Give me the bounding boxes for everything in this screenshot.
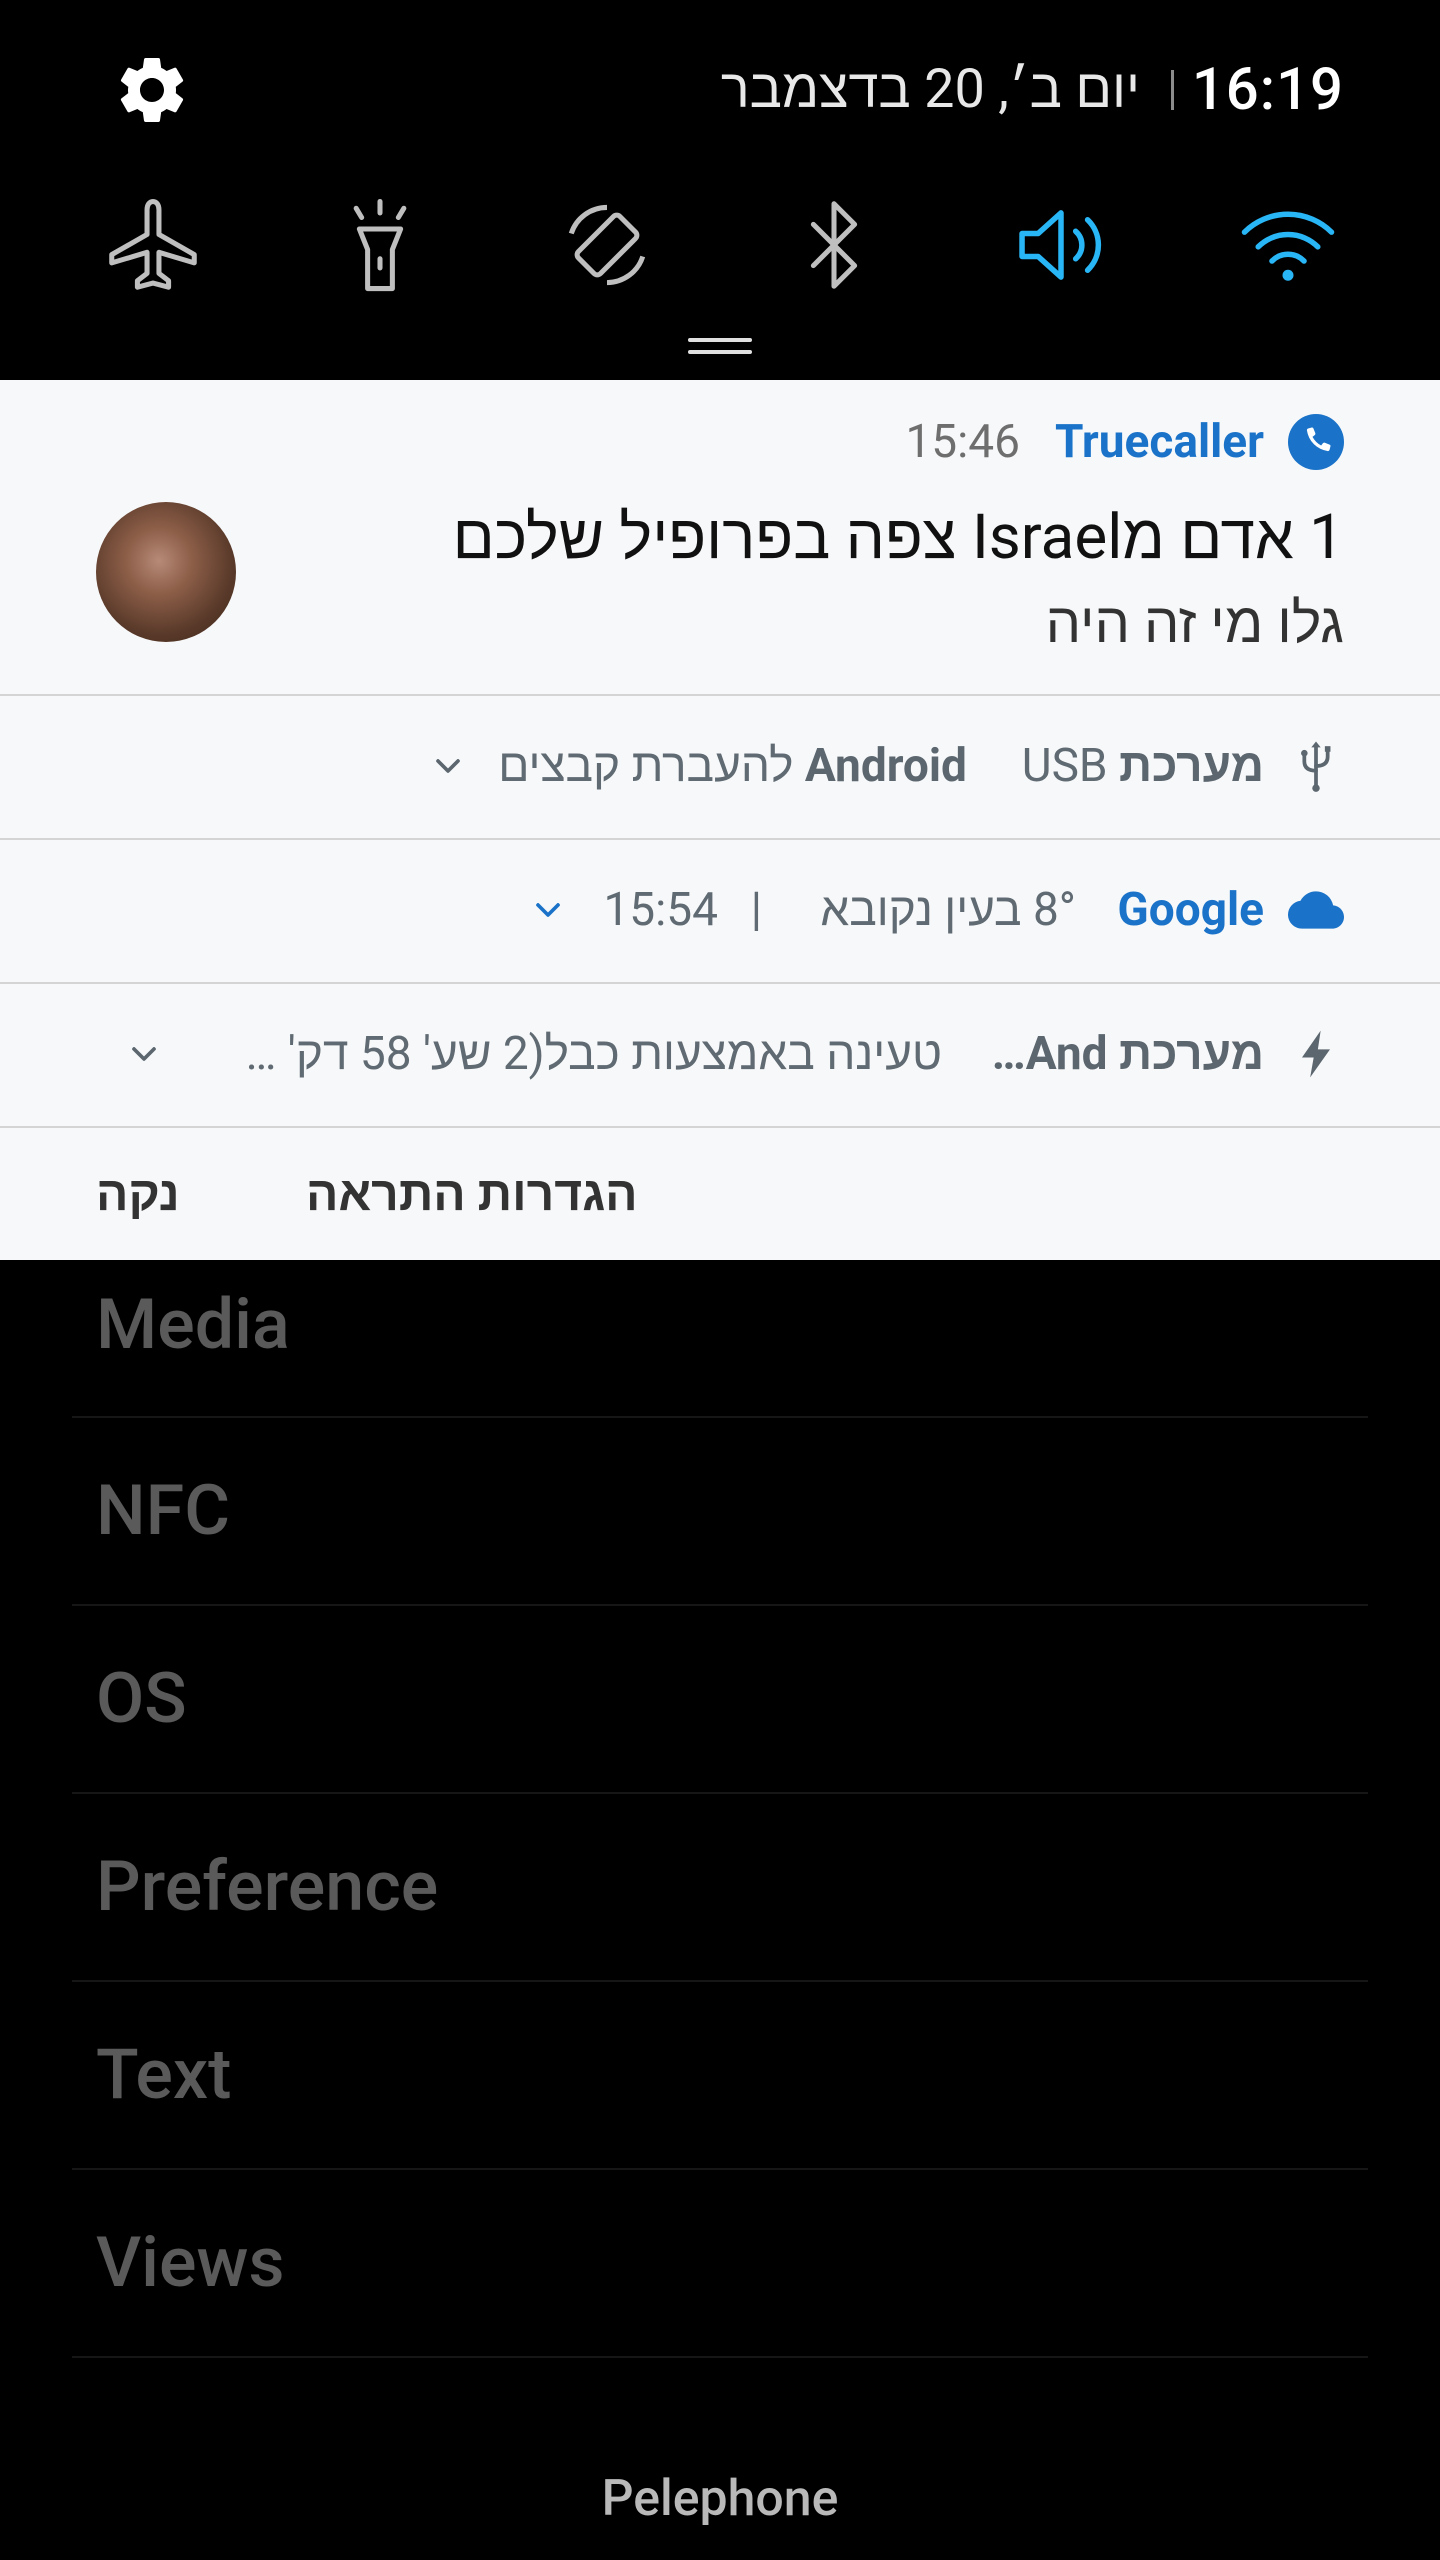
notification-google[interactable]: Google 8° בעין נקובא | 15:54	[0, 838, 1440, 984]
clock[interactable]: 16:19	[1192, 50, 1344, 130]
app-name: מערכת And…	[991, 1027, 1264, 1081]
list-item-label: OS	[96, 1658, 187, 1740]
airplane-icon[interactable]	[98, 190, 208, 300]
list-item-label: Media	[96, 1284, 290, 1366]
quick-settings-header: יום ב׳, 20 בדצמבר 16:19	[0, 0, 1440, 380]
phone-icon	[1288, 414, 1344, 470]
list-item-label: Preference	[96, 1846, 439, 1928]
notification-text: גלו מי זה היה	[1045, 590, 1344, 656]
list-item[interactable]: Views	[72, 2168, 1368, 2358]
notification-settings-button[interactable]: הגדרות התראה	[306, 1162, 638, 1226]
date-label: יום ב׳, 20 בדצמבר	[720, 58, 1140, 121]
drag-handle-line	[688, 350, 752, 354]
app-name: Google	[1117, 883, 1264, 937]
chevron-down-icon[interactable]	[428, 746, 468, 786]
notification-truecaller[interactable]: Truecaller 15:46 1 אדם מIsrael צפה בפרופ…	[0, 380, 1440, 696]
notification-panel: Truecaller 15:46 1 אדם מIsrael צפה בפרופ…	[0, 380, 1440, 1260]
list-item-label: Views	[96, 2222, 285, 2304]
notification-text: 8° בעין נקובא	[820, 883, 1076, 937]
wifi-icon[interactable]	[1233, 190, 1343, 300]
drag-handle[interactable]	[688, 338, 752, 342]
gear-icon[interactable]	[112, 50, 192, 130]
bluetooth-icon[interactable]	[779, 190, 889, 300]
list-item-label: NFC	[96, 1470, 230, 1552]
chevron-down-icon[interactable]	[124, 1034, 164, 1074]
notification-usb[interactable]: מערכת Android USB להעברת קבצים	[0, 694, 1440, 840]
clear-button[interactable]: נקה	[96, 1162, 180, 1226]
chevron-down-icon[interactable]	[528, 890, 568, 930]
flashlight-icon[interactable]	[325, 190, 435, 300]
notification-title: 1 אדם מIsrael צפה בפרופיל שלכם	[452, 501, 1344, 574]
notification-text: USB להעברת קבצים	[498, 739, 1108, 793]
divider	[1171, 70, 1174, 110]
notification-footer: נקה הגדרות התראה	[0, 1126, 1440, 1260]
notification-time: 15:54	[603, 883, 718, 937]
list-item[interactable]: NFC	[72, 1416, 1368, 1606]
carrier-label: Pelephone	[601, 2470, 839, 2528]
notification-time: 15:46	[905, 415, 1020, 469]
usb-icon	[1301, 741, 1331, 792]
list-item[interactable]: Text	[72, 1980, 1368, 2170]
list-item[interactable]: Preference	[72, 1792, 1368, 1982]
list-item[interactable]: Media	[72, 1260, 1368, 1418]
cloud-icon	[1288, 891, 1344, 929]
avatar	[96, 502, 236, 642]
lightning-icon	[1302, 1030, 1330, 1078]
list-item-label: Text	[96, 2034, 232, 2116]
notification-text: טעינה באמצעות כבל(2 שע' 58 דק' …	[245, 1027, 942, 1081]
volume-icon[interactable]	[1006, 190, 1116, 300]
auto-rotate-icon[interactable]	[552, 190, 662, 300]
notification-charging[interactable]: מערכת And… טעינה באמצעות כבל(2 שע' 58 דק…	[0, 982, 1440, 1126]
app-name: Truecaller	[1054, 415, 1264, 469]
notification-content: מערכת Android USB להעברת קבצים	[498, 736, 1264, 796]
list-item[interactable]: OS	[72, 1604, 1368, 1794]
separator: |	[750, 883, 762, 937]
